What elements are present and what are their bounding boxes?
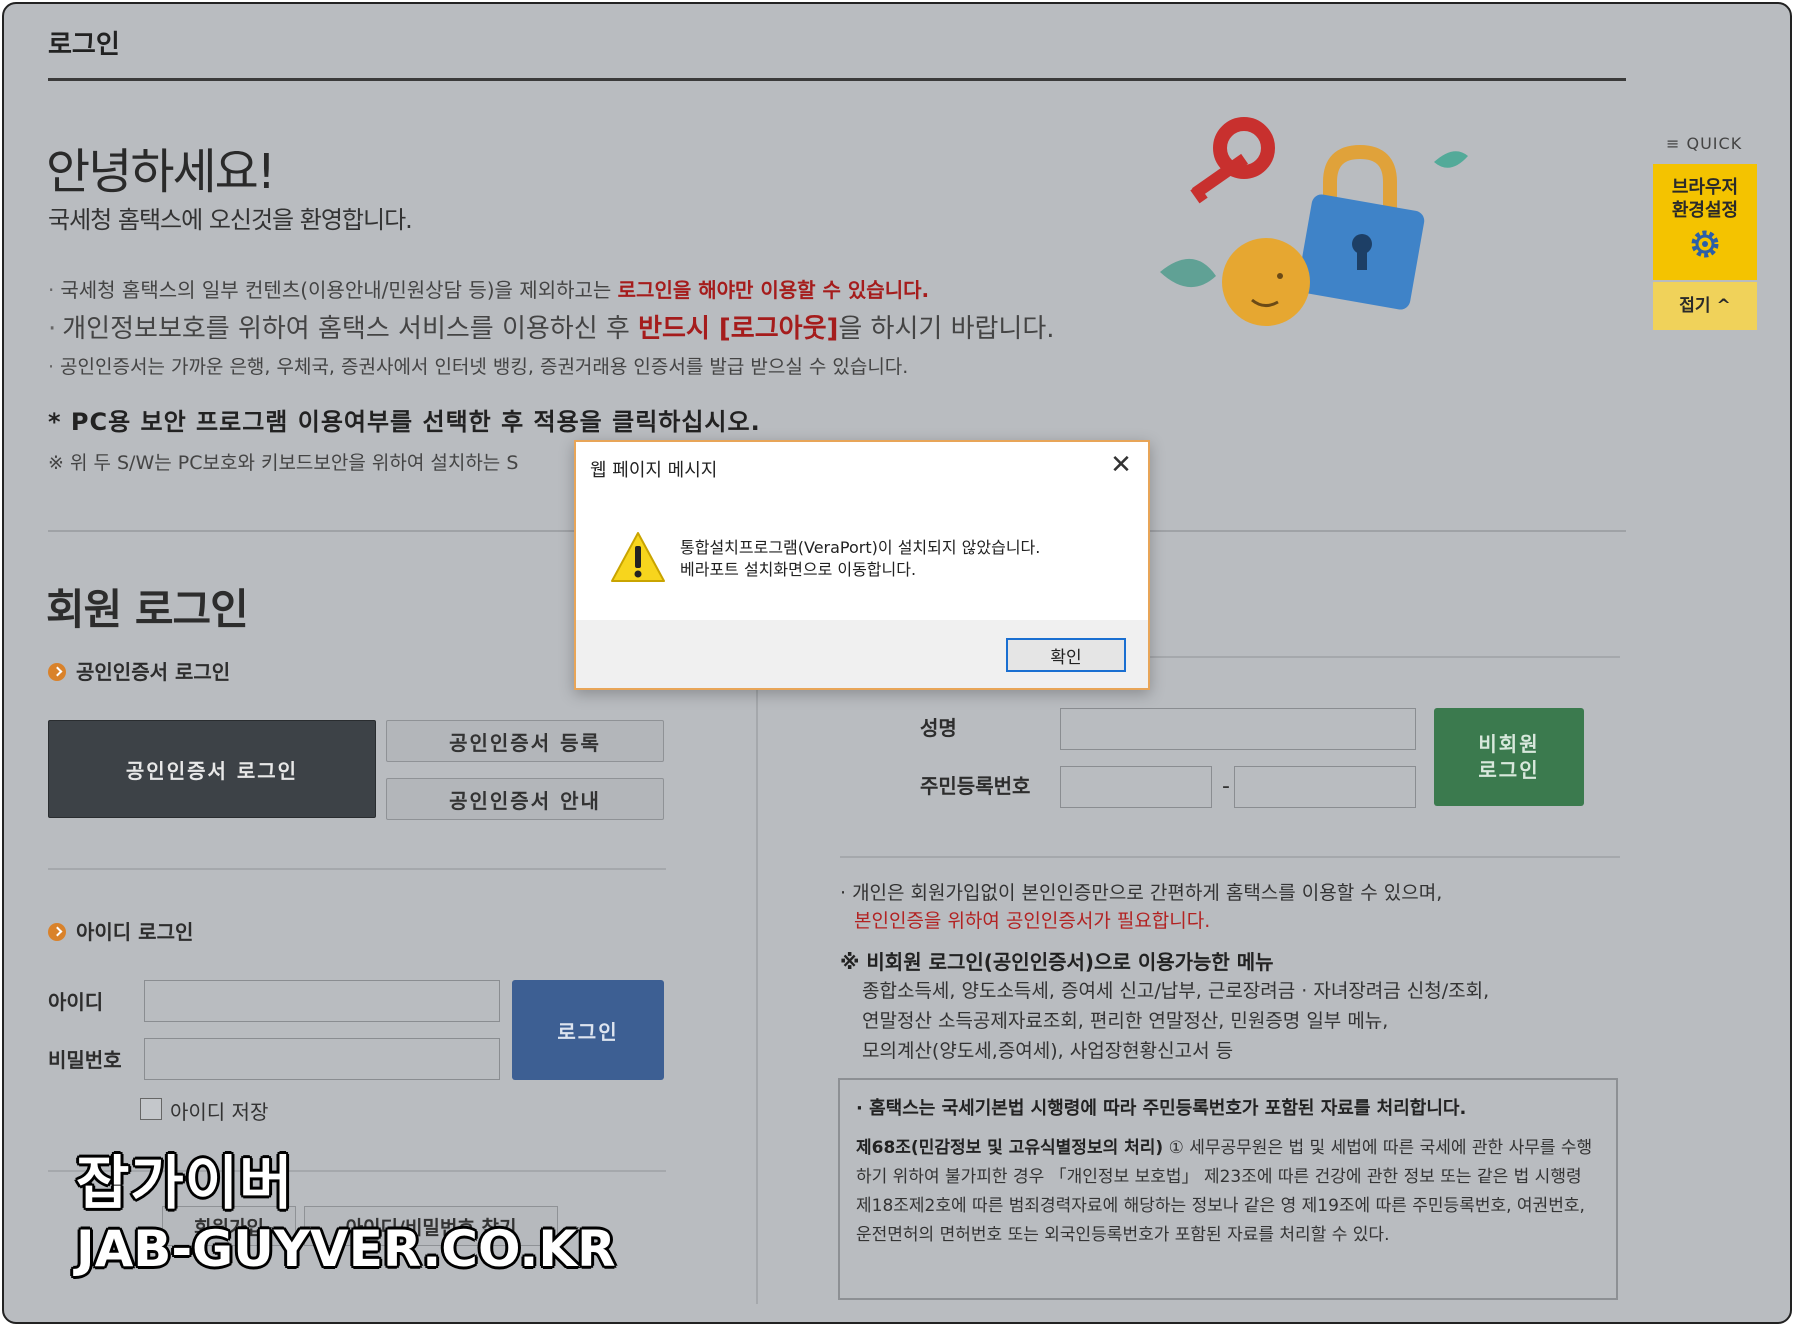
- notice-bullet: ·: [48, 314, 57, 344]
- member-login-title: 회원 로그인: [46, 585, 249, 634]
- leaf-icon: [1160, 258, 1216, 288]
- ok-button[interactable]: 확인: [1006, 638, 1126, 672]
- web-page-message-dialog: 웹 페이지 메시지 ✕ 통합설치프로그램(VeraPort)이 설치되지 않았습…: [574, 440, 1150, 690]
- law-notice-title: · 홈택스는 국세기본법 시행령에 따라 주민등록번호가 포함된 자료를 처리합…: [856, 1098, 1467, 1119]
- name-input[interactable]: [1060, 708, 1416, 750]
- notice-bullet: ·: [48, 278, 55, 302]
- law-notice-box: · 홈택스는 국세기본법 시행령에 따라 주민등록번호가 포함된 자료를 처리합…: [838, 1078, 1618, 1300]
- notice-emphasis: 반드시 [로그아웃]: [638, 314, 839, 344]
- rrn-back-input[interactable]: [1234, 766, 1416, 808]
- save-id-label: 아이디 저장: [170, 1100, 269, 1124]
- notice-logout: · 개인정보보호를 위하여 홈택스 서비스를 이용하신 후 반드시 [로그아웃]을…: [48, 308, 1055, 345]
- guest-menu-line: 종합소득세, 양도소득세, 증여세 신고/납부, 근로장려금 · 자녀장려금 신…: [862, 980, 1490, 1002]
- notice-certificate: · 공인인증서는 가까운 은행, 우체국, 증권사에서 인터넷 뱅킹, 증권거래용…: [48, 352, 908, 379]
- guest-menu-line: 모의계산(양도세,증여세), 사업장현황신고서 등: [862, 1040, 1234, 1062]
- notice-text: 국세청 홈택스의 일부 컨텐츠(이용안내/민원상담 등)을 제외하고는: [60, 278, 618, 302]
- leaf-icon: [1434, 151, 1468, 168]
- rrn-field-label: 주민등록번호: [920, 774, 1031, 798]
- dialog-title: 웹 페이지 메시지: [590, 460, 718, 481]
- greeting-heading: 안녕하세요!: [46, 144, 276, 200]
- law-article-title: 제68조(민감정보 및 고유식별정보의 처리): [856, 1138, 1164, 1158]
- password-field-label: 비밀번호: [48, 1048, 122, 1072]
- column-divider: [756, 674, 758, 1304]
- law-notice-body: 제68조(민감정보 및 고유식별정보의 처리) ① 세무공무원은 법 및 세법에…: [856, 1134, 1600, 1250]
- watermark-name: 잡가이버: [76, 1149, 294, 1217]
- quick-menu-heading: ≡ QUICK: [1666, 134, 1743, 153]
- guest-login-button[interactable]: 비회원 로그인: [1434, 708, 1584, 806]
- id-login-heading: 아이디 로그인: [48, 916, 193, 945]
- id-field-label: 아이디: [48, 990, 104, 1014]
- chevron-right-icon: [48, 923, 66, 941]
- warning-icon: [611, 532, 665, 582]
- smiley-icon: [1222, 238, 1310, 326]
- dialog-message-line: 통합설치프로그램(VeraPort)이 설치되지 않았습니다.: [680, 538, 1041, 557]
- browser-settings-button[interactable]: 브라우저 환경설정: [1653, 164, 1757, 280]
- rrn-separator: -: [1222, 774, 1230, 799]
- browser-frame: 로그인 안녕하세요! 국세청 홈택스에 오신것을 환영합니다. · 국세청 홈택스…: [2, 2, 1792, 1324]
- notice-login-required: · 국세청 홈택스의 일부 컨텐츠(이용안내/민원상담 등)을 제외하고는 로그인…: [48, 274, 929, 303]
- cert-login-button[interactable]: 공인인증서 로그인: [48, 720, 376, 818]
- header-divider: [48, 78, 1626, 81]
- notice-tail: 을 하시기 바랍니다.: [838, 314, 1055, 344]
- cert-register-button[interactable]: 공인인증서 등록: [386, 720, 664, 762]
- close-icon[interactable]: ✕: [1104, 448, 1138, 482]
- notice-text: 공인인증서는 가까운 은행, 우체국, 증권사에서 인터넷 뱅킹, 증권거래용 …: [60, 356, 909, 378]
- chevron-right-icon: [48, 663, 66, 681]
- cert-guide-button[interactable]: 공인인증서 안내: [386, 778, 664, 820]
- guest-menu-line: 연말정산 소득공제자료조회, 편리한 연말정산, 민원증명 일부 메뉴,: [862, 1010, 1389, 1032]
- id-login-button[interactable]: 로그인: [512, 980, 664, 1080]
- guest-info-warning: 본인인증을 위하여 공인인증서가 필요합니다.: [854, 910, 1211, 932]
- welcome-text: 국세청 홈택스에 오신것을 환영합니다.: [48, 206, 413, 234]
- cert-login-heading: 공인인증서 로그인: [48, 656, 230, 685]
- pc-security-note: ※ 위 두 S/W는 PC보호와 키보드보안을 위하여 설치하는 S: [48, 452, 519, 474]
- password-input[interactable]: [144, 1038, 500, 1080]
- guest-menu-title: ※ 비회원 로그인(공인인증서)으로 이용가능한 메뉴: [840, 950, 1274, 974]
- name-field-label: 성명: [920, 716, 957, 740]
- watermark-url: JAB-GUYVER.CO.KR: [76, 1220, 616, 1278]
- fold-quick-menu-button[interactable]: 접기 ^: [1653, 282, 1757, 330]
- page-title: 로그인: [48, 30, 120, 60]
- pc-security-title: * PC용 보안 프로그램 이용여부를 선택한 후 적용을 클릭하십시오.: [48, 408, 761, 436]
- save-id-checkbox[interactable]: [140, 1098, 162, 1120]
- notice-bullet: ·: [48, 356, 55, 378]
- section-divider: [840, 856, 1620, 858]
- padlock-icon: [1297, 144, 1425, 310]
- notice-text: 개인정보보호를 위하여 홈택스 서비스를 이용하신 후: [62, 314, 639, 344]
- section-divider: [48, 868, 666, 870]
- security-illustration: [1160, 117, 1468, 326]
- browser-settings-label: 브라우저 환경설정: [1671, 177, 1739, 221]
- cert-login-heading-label: 공인인증서 로그인: [76, 660, 231, 684]
- notice-emphasis: 로그인을 해야만 이용할 수 있습니다.: [617, 278, 930, 302]
- id-login-heading-label: 아이디 로그인: [76, 920, 194, 944]
- guest-info-text: · 개인은 회원가입없이 본인인증만으로 간편하게 홈택스를 이용할 수 있으며…: [840, 882, 1443, 904]
- dialog-message-line: 베라포트 설치화면으로 이동합니다.: [680, 560, 917, 579]
- id-input[interactable]: [144, 980, 500, 1022]
- gear-icon: [1691, 230, 1719, 258]
- rrn-front-input[interactable]: [1060, 766, 1212, 808]
- key-icon: [1190, 117, 1275, 204]
